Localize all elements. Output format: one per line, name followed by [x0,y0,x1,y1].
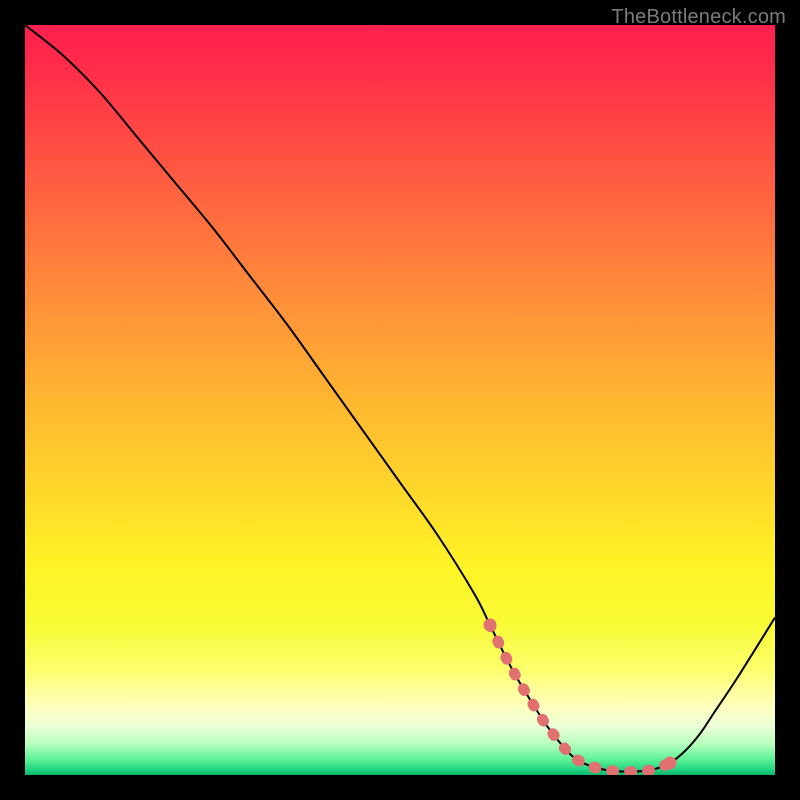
bottleneck-chart [25,25,775,775]
plot-area [25,25,775,775]
chart-stage: TheBottleneck.com [0,0,800,800]
